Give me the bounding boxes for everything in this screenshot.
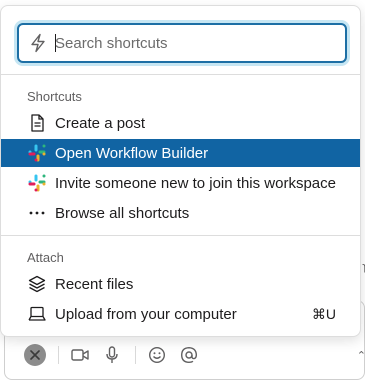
menu-item-label: Create a post <box>55 114 146 132</box>
divider <box>1 74 360 75</box>
search-input[interactable] <box>55 34 325 52</box>
menu-item-create-post[interactable]: Create a post <box>1 109 360 137</box>
menu-item-open-workflow-builder[interactable]: Open Workflow Builder <box>1 139 360 167</box>
section-title-attach: Attach <box>27 250 64 265</box>
more-dots-icon <box>27 203 47 223</box>
menu-item-label: Browse all shortcuts <box>55 204 190 222</box>
emoji-button[interactable] <box>144 343 170 367</box>
menu-item-browse-all-shortcuts[interactable]: Browse all shortcuts <box>1 199 360 227</box>
slack-logo-icon <box>27 143 47 163</box>
mention-button[interactable] <box>176 343 202 367</box>
menu-item-label: Invite someone new to join this workspac… <box>55 174 336 192</box>
shortcuts-menu: Shortcuts Create a post Open Workflow Bu… <box>0 5 361 337</box>
menu-item-recent-files[interactable]: Recent files <box>1 270 360 298</box>
video-icon <box>71 349 89 361</box>
close-icon <box>24 344 46 366</box>
slack-logo-icon <box>27 173 47 193</box>
menu-item-label: Upload from your computer <box>55 305 237 323</box>
keyboard-shortcut: ⌘U <box>311 305 336 322</box>
divider <box>1 235 360 236</box>
close-shortcuts-button[interactable] <box>22 343 48 367</box>
record-audio-button[interactable] <box>99 343 125 367</box>
emoji-icon <box>148 346 166 364</box>
menu-item-invite-someone[interactable]: Invite someone new to join this workspac… <box>1 169 360 197</box>
document-icon <box>27 113 47 133</box>
search-box[interactable] <box>17 23 347 63</box>
mention-icon <box>180 346 198 364</box>
menu-item-upload-from-computer[interactable]: Upload from your computer ⌘U <box>1 300 360 328</box>
section-title-shortcuts: Shortcuts <box>27 89 82 104</box>
menu-item-label: Open Workflow Builder <box>55 144 209 162</box>
laptop-icon <box>27 304 47 324</box>
composer-toolbar <box>22 343 202 367</box>
toolbar-divider <box>135 346 136 364</box>
edge-chevron-icon: ⌃ <box>356 350 365 362</box>
layers-icon <box>27 274 47 294</box>
search-container <box>17 23 347 63</box>
microphone-icon <box>106 346 118 363</box>
record-video-button[interactable] <box>67 343 93 367</box>
lightning-icon <box>31 33 45 53</box>
menu-item-label: Recent files <box>55 275 134 293</box>
toolbar-divider <box>58 346 59 364</box>
